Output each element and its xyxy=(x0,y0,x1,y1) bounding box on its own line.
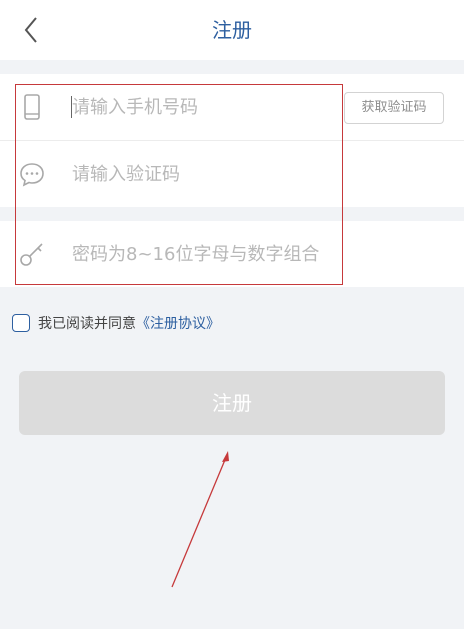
code-row xyxy=(0,141,464,207)
navigation-bar: 注册 xyxy=(0,0,464,60)
agreement-link[interactable]: 《注册协议》 xyxy=(136,313,220,333)
chat-bubble-icon xyxy=(20,163,44,187)
password-input[interactable] xyxy=(72,239,372,269)
key-icon xyxy=(20,243,43,266)
page-title: 注册 xyxy=(212,18,252,42)
phone-icon xyxy=(24,94,40,120)
agreement-text: 我已阅读并同意 xyxy=(38,316,136,332)
agreement-row: 我已阅读并同意 《注册协议》 xyxy=(12,312,220,334)
agreement-checkbox[interactable] xyxy=(12,314,30,332)
register-button[interactable]: 注册 xyxy=(19,371,445,435)
password-card xyxy=(0,221,464,287)
password-row xyxy=(0,221,464,287)
phone-input[interactable] xyxy=(72,92,322,122)
get-code-button[interactable]: 获取验证码 xyxy=(344,92,444,124)
verification-code-input[interactable] xyxy=(72,159,322,189)
